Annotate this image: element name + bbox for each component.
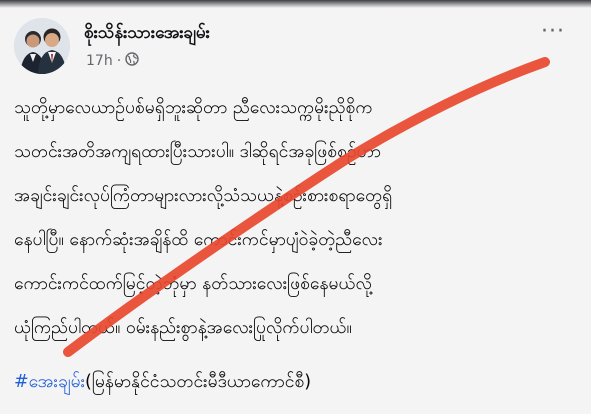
post-text: သူတို့မှာလေယာဉ်ပစ်မရှိဘူးဆိုတာ ညီလေးသက္က… — [14, 86, 574, 350]
post-card: စိုးသိန်းသားအေးချမ်း 17h · ··· သူတို့မှာ… — [0, 0, 591, 414]
post-meta: 17h · — [86, 52, 139, 70]
post-text-line: သတင်းအတိအကျရထားပြီးသားပါ။ ဒါဆိုရင်အခုဖြစ… — [14, 142, 381, 162]
avatar[interactable] — [14, 18, 70, 74]
hashtag-link[interactable]: #အေးချမ်း — [14, 372, 85, 392]
author-name[interactable]: စိုးသိန်းသားအေးချမ်း — [84, 22, 210, 47]
post-timestamp[interactable]: 17h — [86, 53, 113, 69]
post-text-line: ကောင်းကင်ထက်မြင့်တဲ့ဘုံမှာ နတ်သားလေးဖြစ်… — [14, 274, 372, 294]
post-text-line: နေပါပြီ။ နောက်ဆုံးအချိန်ထိ ကောင်းကင်မှာပ… — [14, 230, 383, 250]
globe-icon[interactable] — [125, 52, 139, 70]
top-shadow — [0, 0, 591, 8]
post-text-line: သူတို့မှာလေယာဉ်ပစ်မရှိဘူးဆိုတာ ညီလေးသက္က… — [14, 98, 373, 118]
post-text-line: အချင်းချင်းလုပ်ကြံတာများလားလို့သံသယနဲ့စဉ… — [14, 186, 393, 206]
post-text-line: ယုံကြည်ပါတယ်။ ဝမ်းနည်းစွာနဲ့အလေးပြုလိုက်… — [14, 318, 352, 338]
avatar-image — [14, 18, 70, 74]
meta-separator: · — [116, 53, 122, 69]
ellipsis-icon[interactable]: ··· — [541, 21, 565, 43]
hashtag-line: #အေးချမ်း(မြန်မာနိုင်ငံသတင်းမီဒီယာကောင်စ… — [14, 366, 311, 398]
hashtag-suffix: (မြန်မာနိုင်ငံသတင်းမီဒီယာကောင်စီ) — [85, 372, 312, 392]
